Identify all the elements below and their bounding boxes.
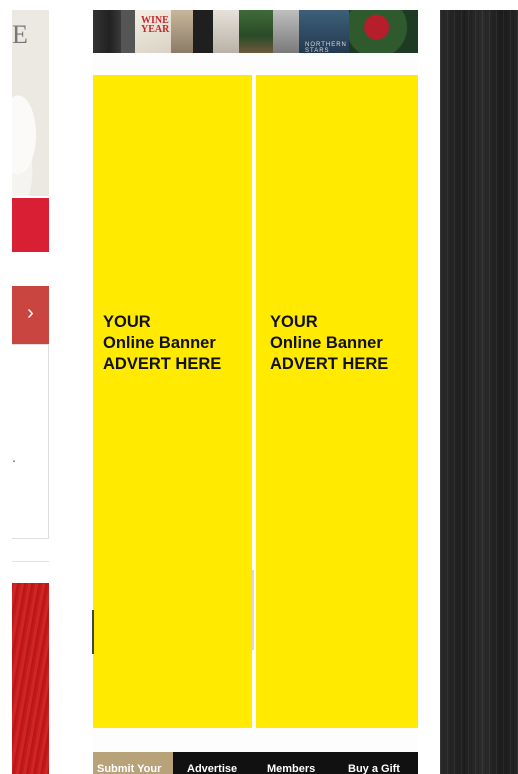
carousel-next-button[interactable]: › (12, 286, 49, 344)
left-column: E › . (12, 10, 49, 774)
banner-advert-text: YOUR Online Banner ADVERT HERE (270, 312, 388, 375)
magazine-title: WINE YEAR (141, 15, 170, 35)
magazine-caption: NORTHERN STARS (305, 42, 347, 53)
nav-members[interactable]: Members (267, 752, 315, 774)
magazine-cover (193, 10, 213, 53)
magazine-cover (239, 10, 273, 53)
banner-line-1: YOUR (270, 313, 318, 331)
center-column: WINE YEAR NORTHERN STARS YOUR Online Ban… (92, 10, 418, 774)
nav-submit-your[interactable]: Submit Your (93, 752, 173, 774)
banner-line-3: ADVERT HERE (270, 355, 389, 373)
left-heading-letter: E (12, 20, 28, 49)
left-content-box: . (12, 344, 49, 539)
banner-advert-right[interactable]: YOUR Online Banner ADVERT HERE (256, 75, 418, 728)
left-red-bar[interactable] (12, 198, 49, 252)
banner-line-1: YOUR (103, 313, 151, 331)
magazine-cover (121, 10, 135, 53)
chevron-right-icon: › (27, 302, 34, 324)
banner-line-2: Online Banner (270, 334, 383, 352)
wood-background (440, 10, 518, 774)
magazine-cover (213, 10, 239, 53)
magazine-cover: WINE YEAR (135, 10, 171, 53)
banner-edge-mark (92, 610, 94, 654)
magazine-cover (93, 10, 121, 53)
banner-advert-left[interactable]: YOUR Online Banner ADVERT HERE (93, 75, 252, 728)
left-divider (12, 561, 49, 562)
left-red-texture-image[interactable] (12, 583, 49, 774)
magazine-covers-strip[interactable]: WINE YEAR NORTHERN STARS (93, 10, 418, 53)
banner-gap-mark (252, 570, 254, 650)
nav-buy-a-gift[interactable]: Buy a Gift (348, 752, 400, 774)
footer-nav: Submit Your Advertise Members Buy a Gift (93, 752, 418, 774)
magazine-cover (273, 10, 299, 53)
magazine-cover: NORTHERN STARS (299, 10, 349, 53)
banner-advert-text: YOUR Online Banner ADVERT HERE (103, 312, 221, 375)
nav-advertise[interactable]: Advertise (187, 752, 237, 774)
left-box-text: . (12, 449, 16, 465)
left-hero-image: E (12, 10, 49, 196)
magazine-cover (171, 10, 193, 53)
magazine-cover (349, 10, 418, 53)
left-splash-graphic (12, 94, 46, 196)
banner-line-2: Online Banner (103, 334, 216, 352)
banner-line-3: ADVERT HERE (103, 355, 222, 373)
